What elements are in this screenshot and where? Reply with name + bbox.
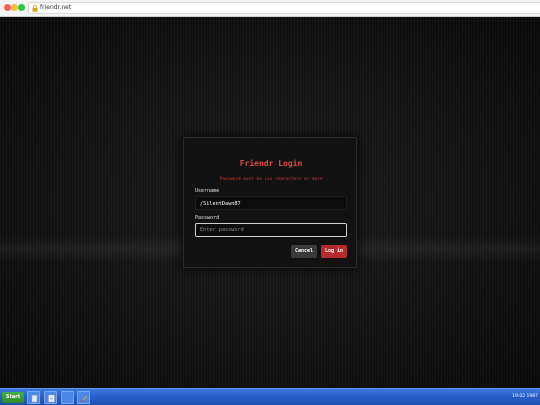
username-field[interactable]: /SilentDawn87 [195, 196, 347, 210]
dialog-title: Friendr Login [239, 159, 303, 168]
close-dot-icon[interactable] [4, 4, 11, 11]
browser-chrome: friendr.net [0, 0, 540, 17]
login-button[interactable]: Log in [321, 245, 347, 258]
cancel-button[interactable]: Cancel [291, 245, 317, 258]
start-button[interactable]: Start [2, 392, 24, 403]
notepad-icon[interactable] [44, 391, 57, 404]
minimize-dot-icon[interactable] [11, 4, 18, 11]
address-bar[interactable]: friendr.net [28, 2, 540, 14]
error-message: Password must be six characters or more [219, 177, 323, 182]
taskbar: Start 19:02 1987 [0, 388, 540, 405]
password-label: Password [195, 215, 220, 221]
recycle-bin-icon[interactable] [27, 391, 40, 404]
lock-icon [32, 5, 38, 12]
blank-window-icon[interactable] [61, 391, 74, 404]
password-field[interactable] [195, 223, 347, 237]
login-dialog: Friendr Login Password must be six chara… [183, 137, 357, 268]
url-text: friendr.net [40, 4, 72, 11]
username-label: Username [195, 188, 220, 194]
zoom-dot-icon[interactable] [18, 4, 25, 11]
paint-icon[interactable] [77, 391, 90, 404]
clock: 19:02 1987 [512, 394, 538, 399]
